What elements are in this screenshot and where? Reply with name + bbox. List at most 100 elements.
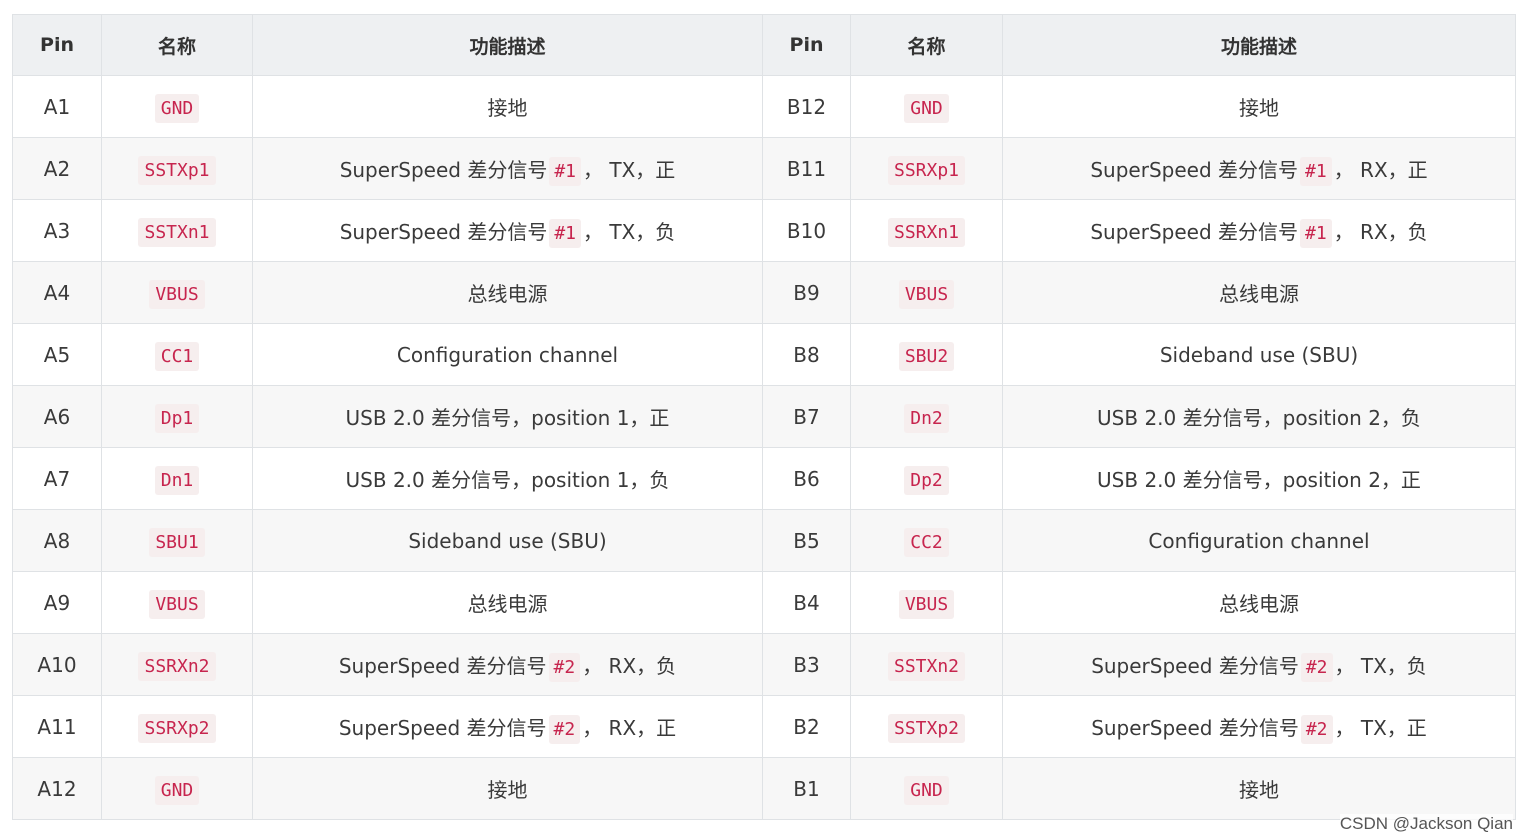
desc-suffix: ， RX，负	[582, 654, 677, 678]
signal-name-cell-b: GND	[850, 75, 1003, 138]
desc-cell-a: 总线电源	[252, 261, 763, 324]
signal-name-cell-a: VBUS	[101, 571, 253, 634]
signal-name-cell-a: VBUS	[101, 261, 253, 324]
desc-suffix: ， TX，负	[1334, 654, 1427, 678]
desc-cell-a: SuperSpeed 差分信号 #1， TX，正	[252, 137, 763, 200]
table-row: A1 GND 接地 B12 GND 接地	[12, 75, 1516, 138]
desc-lane-code: #2	[548, 715, 581, 744]
desc-cell-a: SuperSpeed 差分信号 #2， RX，正	[252, 695, 763, 758]
signal-name: GND	[154, 93, 200, 123]
signal-name-cell-a: CC1	[101, 323, 253, 386]
desc-text: USB 2.0 差分信号，position 1，负	[345, 468, 670, 492]
signal-name-cell-a: Dn1	[101, 447, 253, 510]
desc-text: 总线电源	[467, 282, 548, 306]
signal-name: GND	[904, 775, 949, 805]
signal-name-cell-a: Dp1	[101, 385, 253, 448]
pin-cell-a: A7	[12, 447, 102, 510]
table-row: A12 GND 接地 B1 GND 接地	[12, 757, 1516, 820]
desc-lane-code: #2	[1300, 715, 1333, 744]
signal-name-cell-a: SSTXp1	[101, 137, 253, 200]
desc-text: SuperSpeed 差分信号	[1091, 716, 1299, 740]
signal-name-cell-b: GND	[850, 757, 1003, 820]
desc-text: Sideband use (SBU)	[408, 528, 607, 553]
desc-text: 总线电源	[1219, 282, 1299, 306]
desc-cell-a: 总线电源	[252, 571, 763, 634]
header-desc-a: 功能描述	[252, 14, 763, 76]
pin-cell-a: A10	[12, 633, 102, 696]
desc-lane-code: #2	[1300, 653, 1333, 682]
signal-name: GND	[904, 93, 949, 123]
pin-cell-a: A5	[12, 323, 102, 386]
signal-name-cell-a: SSRXp2	[101, 695, 253, 758]
signal-name: SBU1	[149, 527, 205, 557]
pin-cell-a: A12	[12, 757, 102, 820]
signal-name: CC2	[904, 527, 949, 557]
desc-cell-b: 总线电源	[1002, 571, 1516, 634]
pin-cell-b: B5	[762, 509, 851, 572]
pin-cell-b: B2	[762, 695, 851, 758]
desc-cell-b: 总线电源	[1002, 261, 1516, 324]
pin-cell-b: B9	[762, 261, 851, 324]
pin-cell-a: A6	[12, 385, 102, 448]
desc-suffix: ， TX，负	[583, 220, 676, 244]
table-row: A3 SSTXn1 SuperSpeed 差分信号 #1， TX，负 B10 SSRXn1…	[12, 199, 1516, 262]
signal-name: SBU2	[898, 341, 955, 371]
desc-cell-b: Sideband use (SBU)	[1002, 323, 1516, 386]
signal-name: Dp2	[904, 465, 949, 495]
desc-text: Configuration channel	[1148, 528, 1370, 553]
desc-text: Configuration channel	[396, 342, 619, 367]
desc-cell-b: USB 2.0 差分信号，position 2，负	[1002, 385, 1516, 448]
signal-name: VBUS	[149, 279, 205, 309]
desc-cell-a: Sideband use (SBU)	[252, 509, 763, 572]
table-row: A8 SBU1 Sideband use (SBU) B5 CC2 Configurati…	[12, 509, 1516, 572]
desc-cell-a: USB 2.0 差分信号，position 1，正	[252, 385, 763, 448]
pin-cell-b: B11	[762, 137, 851, 200]
desc-text: SuperSpeed 差分信号	[338, 654, 547, 678]
signal-name-cell-a: SBU1	[101, 509, 253, 572]
table-row: A6 Dp1 USB 2.0 差分信号，position 1，正 B7 Dn2 USB 2…	[12, 385, 1516, 448]
header-name-b: 名称	[850, 14, 1003, 76]
table-row: A10 SSRXn2 SuperSpeed 差分信号 #2， RX，负 B3 SSTXn2…	[12, 633, 1516, 696]
desc-cell-b: SuperSpeed 差分信号 #2， TX，负	[1002, 633, 1516, 696]
usb-typec-pin-table: Pin 名称 功能描述 Pin 名称 功能描述 A1 GND 接地 B12 GND 接地 A…	[12, 14, 1516, 820]
signal-name: VBUS	[898, 589, 955, 619]
pin-cell-b: B1	[762, 757, 851, 820]
signal-name: Dn2	[904, 403, 949, 433]
pin-cell-a: A2	[12, 137, 102, 200]
desc-suffix: ， TX，正	[583, 158, 676, 182]
desc-text: SuperSpeed 差分信号	[1091, 654, 1299, 678]
signal-name-cell-b: Dp2	[850, 447, 1003, 510]
desc-cell-b: Configuration channel	[1002, 509, 1516, 572]
signal-name: SSRXn1	[887, 217, 966, 247]
pin-table-container: Pin 名称 功能描述 Pin 名称 功能描述 A1 GND 接地 B12 GND 接地 A…	[12, 14, 1516, 820]
table-header: Pin 名称 功能描述 Pin 名称 功能描述	[12, 14, 1516, 76]
desc-suffix: ， RX，正	[1333, 158, 1428, 182]
pin-cell-b: B10	[762, 199, 851, 262]
desc-lane-code: #1	[549, 219, 582, 248]
pin-cell-a: A1	[12, 75, 102, 138]
table-row: A4 VBUS 总线电源 B9 VBUS 总线电源	[12, 261, 1516, 324]
signal-name-cell-a: GND	[101, 75, 253, 138]
signal-name-cell-a: SSRXn2	[101, 633, 253, 696]
pin-cell-a: A11	[12, 695, 102, 758]
table-row: A9 VBUS 总线电源 B4 VBUS 总线电源	[12, 571, 1516, 634]
pin-cell-b: B3	[762, 633, 851, 696]
pin-cell-a: A4	[12, 261, 102, 324]
desc-cell-b: 接地	[1002, 75, 1516, 138]
desc-suffix: ， RX，负	[1333, 220, 1428, 244]
desc-suffix: ， TX，正	[1334, 716, 1427, 740]
signal-name-cell-b: SSTXp2	[850, 695, 1003, 758]
table-row: A7 Dn1 USB 2.0 差分信号，position 1，负 B6 Dp2 USB 2…	[12, 447, 1516, 510]
desc-text: USB 2.0 差分信号，position 1，正	[345, 406, 670, 430]
table-row: A5 CC1 Configuration channel B8 SBU2 Sideband…	[12, 323, 1516, 386]
signal-name: CC1	[154, 341, 200, 371]
desc-cell-b: USB 2.0 差分信号，position 2，正	[1002, 447, 1516, 510]
desc-cell-a: SuperSpeed 差分信号 #2， RX，负	[252, 633, 763, 696]
header-pin-b: Pin	[762, 14, 851, 76]
desc-text: 接地	[487, 96, 528, 120]
desc-lane-code: #1	[549, 157, 582, 186]
desc-cell-a: USB 2.0 差分信号，position 1，负	[252, 447, 763, 510]
desc-text: SuperSpeed 差分信号	[1090, 220, 1298, 244]
pin-cell-a: A9	[12, 571, 102, 634]
desc-cell-a: Configuration channel	[252, 323, 763, 386]
